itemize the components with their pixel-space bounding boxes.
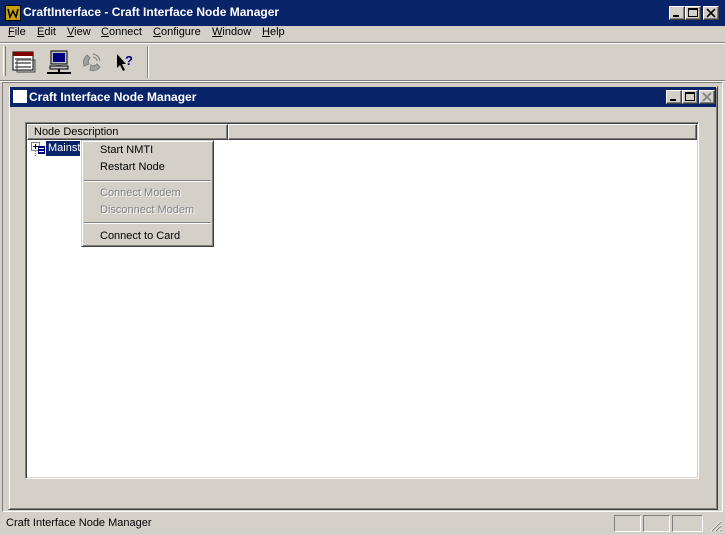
menu-connect[interactable]: Connect <box>101 25 142 40</box>
column-header-empty[interactable] <box>228 124 697 140</box>
maximize-button[interactable] <box>685 6 701 20</box>
toolbar-grip <box>3 46 6 76</box>
menu-restart-node[interactable]: Restart Node <box>100 159 165 175</box>
close-button[interactable] <box>703 6 719 20</box>
tree-node-mainst[interactable]: Mainst <box>46 141 80 156</box>
context-menu-separator <box>84 222 211 224</box>
status-text: Craft Interface Node Manager <box>6 517 152 529</box>
minimize-icon <box>670 99 676 101</box>
status-pane-3 <box>672 515 703 532</box>
minimize-icon <box>673 15 679 17</box>
child-window-title: Craft Interface Node Manager <box>29 90 197 104</box>
menu-start-nmti[interactable]: Start NMTI <box>100 142 153 158</box>
menu-file[interactable]: File <box>8 25 26 40</box>
menu-connect-modem[interactable]: Connect Modem <box>100 185 181 201</box>
maximize-icon <box>688 8 698 17</box>
modem-phone-icon <box>82 53 101 72</box>
menu-disconnect-modem[interactable]: Disconnect Modem <box>100 202 194 218</box>
status-pane-2 <box>643 515 670 532</box>
column-header-node-description[interactable]: Node Description <box>27 124 228 140</box>
close-icon <box>706 8 716 18</box>
status-pane-1 <box>614 515 641 532</box>
resize-grip-icon[interactable] <box>708 518 722 532</box>
menu-window[interactable]: Window <box>212 25 251 40</box>
menu-help[interactable]: Help <box>262 25 285 40</box>
context-menu-separator <box>84 180 211 182</box>
toolbar-divider <box>147 46 149 78</box>
maximize-icon <box>685 92 695 101</box>
child-window-icon[interactable] <box>13 90 27 103</box>
toolbar <box>0 44 725 80</box>
menu-configure[interactable]: Configure <box>153 25 201 40</box>
minimize-button[interactable] <box>669 6 685 20</box>
child-minimize-button[interactable] <box>666 90 682 104</box>
child-close-button[interactable] <box>699 90 715 104</box>
context-help-button[interactable]: ? <box>111 48 139 76</box>
close-icon <box>702 92 712 102</box>
menu-connect-to-card[interactable]: Connect to Card <box>100 228 180 244</box>
menu-edit[interactable]: Edit <box>37 25 56 40</box>
child-maximize-button[interactable] <box>682 90 698 104</box>
menu-view[interactable]: View <box>67 25 91 40</box>
node-manager-button[interactable] <box>10 48 38 76</box>
node-icon <box>37 143 46 155</box>
context-help-icon: ? <box>117 53 133 71</box>
network-computer-button[interactable] <box>45 48 73 76</box>
modem-phone-button[interactable] <box>78 48 106 76</box>
node-manager-icon <box>12 51 36 73</box>
window-title: CraftInterface - Craft Interface Node Ma… <box>23 5 280 19</box>
svg-text:?: ? <box>125 53 133 68</box>
craft-app-icon[interactable] <box>5 5 21 21</box>
network-computer-icon <box>47 50 71 74</box>
